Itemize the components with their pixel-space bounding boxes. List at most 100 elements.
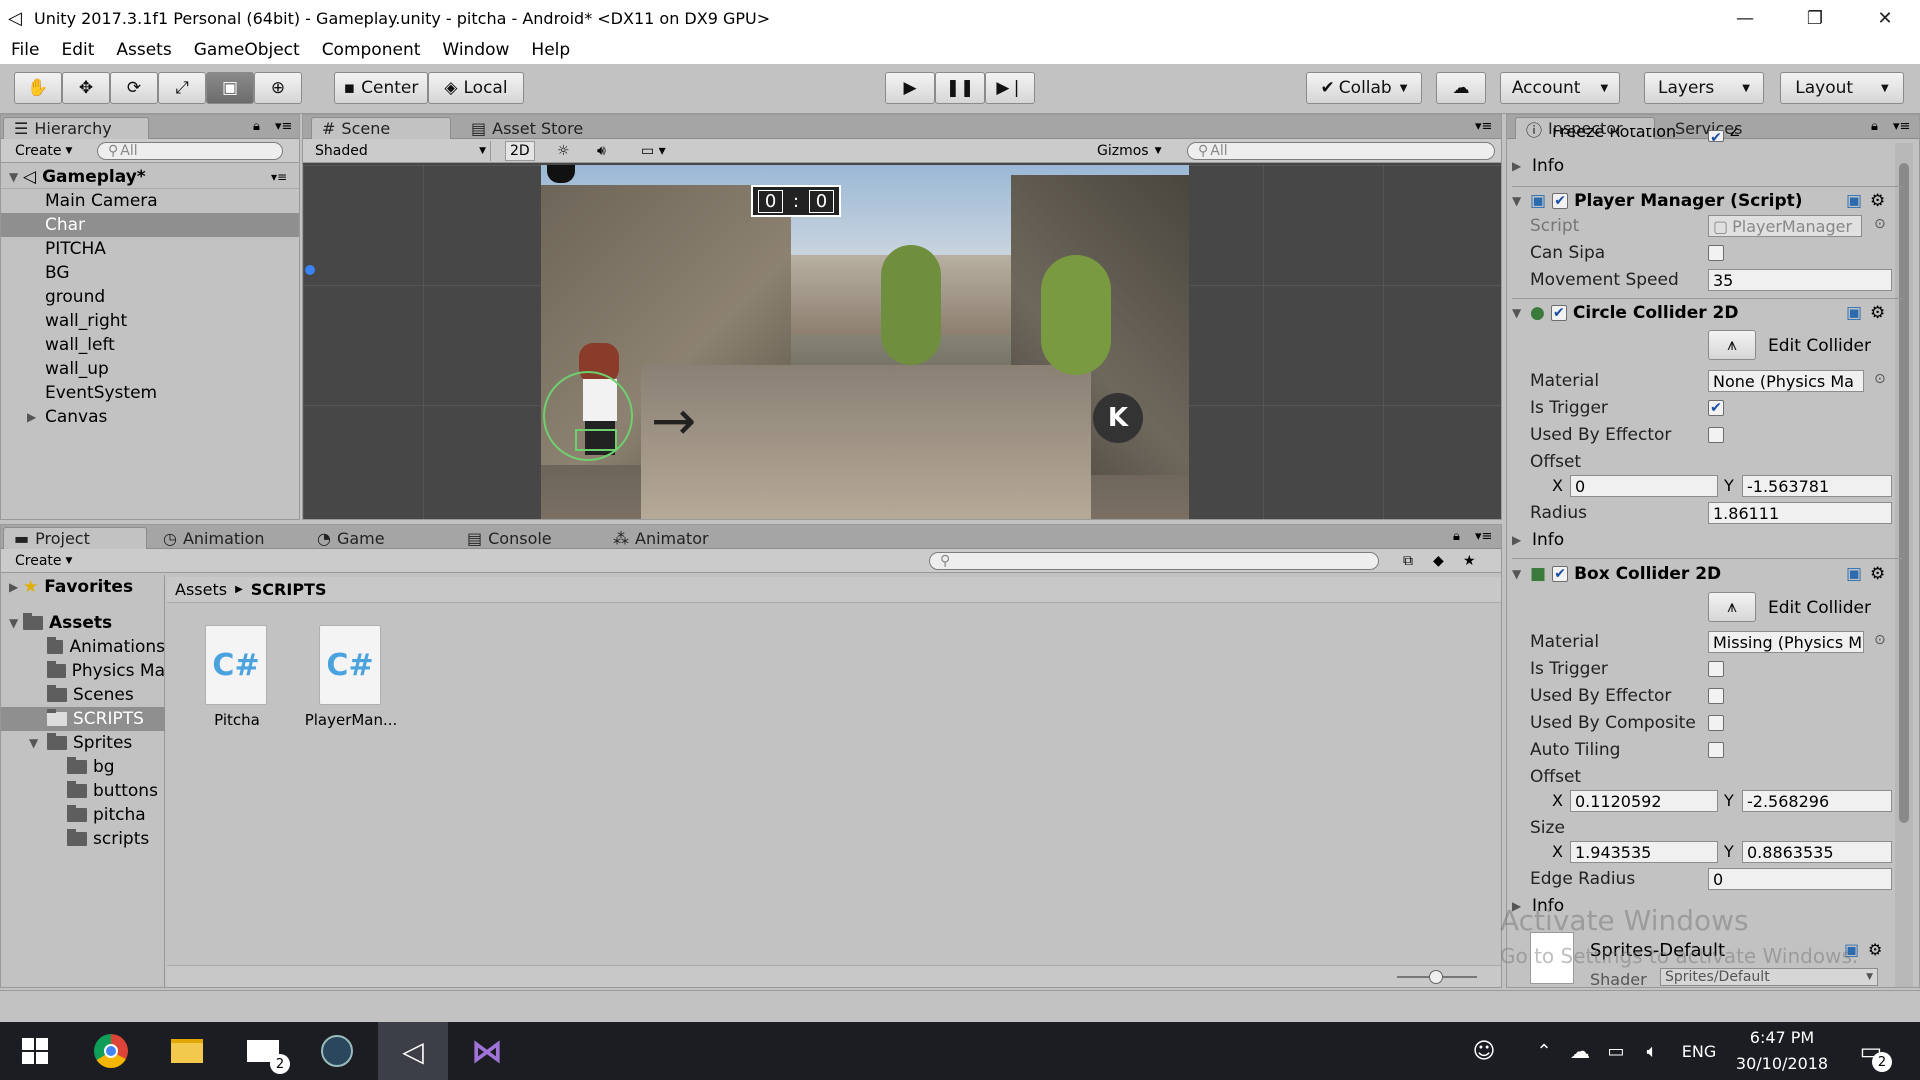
hierarchy-item[interactable]: BG <box>1 261 299 285</box>
collab-button[interactable]: ✔ Collab ▼ <box>1306 72 1422 104</box>
menu-assets[interactable]: Assets <box>105 40 182 60</box>
audio-toggle-icon[interactable]: 🔊︎ <box>593 141 610 161</box>
script-file-playermanager[interactable]: C# PlayerMan... <box>301 625 401 735</box>
hand-tool-icon[interactable]: ✋ <box>14 72 62 104</box>
box-is-trigger-checkbox[interactable] <box>1708 661 1724 677</box>
box-collider-header[interactable]: ▼ ■ ✔ Box Collider 2D ▣ ⚙ <box>1512 560 1902 588</box>
mode-2d-toggle[interactable]: 2D <box>505 141 535 161</box>
circle-offset-x-input[interactable]: 0 <box>1570 475 1718 497</box>
clock-date[interactable]: 30/10/2018 <box>1730 1054 1834 1073</box>
menu-component[interactable]: Component <box>311 40 432 60</box>
create-dropdown[interactable]: Create ▼ <box>11 141 76 161</box>
collapsed-triangle-icon[interactable]: ▶ <box>1512 533 1526 547</box>
tab-hierarchy[interactable]: ☰ Hierarchy <box>3 117 149 139</box>
tab-project[interactable]: ▬ Project <box>3 527 147 549</box>
movement-speed-input[interactable]: 35 <box>1708 269 1892 291</box>
gizmos-dropdown[interactable]: Gizmos ▼ <box>1093 141 1166 161</box>
tab-game[interactable]: ◔ Game <box>307 527 407 549</box>
expand-triangle-icon[interactable]: ▼ <box>1512 194 1526 208</box>
edit-collider-button[interactable]: ⩚ <box>1708 592 1756 622</box>
project-search-input[interactable]: ⚲ <box>929 552 1379 570</box>
panel-menu-icon[interactable]: ▾≡ <box>275 119 292 134</box>
windows-start-icon[interactable] <box>4 1022 66 1080</box>
component-enabled-checkbox[interactable]: ✔ <box>1550 305 1567 321</box>
tab-animation[interactable]: ◷ Animation <box>153 527 293 549</box>
circle-collider-header[interactable]: ▼ ● ✔ Circle Collider 2D ▣ ⚙ <box>1512 299 1902 327</box>
menu-file[interactable]: File <box>0 40 50 60</box>
create-dropdown[interactable]: Create ▼ <box>11 551 76 571</box>
people-icon[interactable]: ☺ <box>1464 1022 1504 1080</box>
collapsed-triangle-icon[interactable]: ▶ <box>1512 159 1526 173</box>
can-sipa-checkbox[interactable] <box>1708 245 1724 261</box>
collapsed-triangle-icon[interactable]: ▶ <box>27 410 41 424</box>
circle-material-field[interactable]: None (Physics Ma <box>1708 370 1864 392</box>
folder-item[interactable]: buttons <box>1 779 165 803</box>
folder-item[interactable]: Scenes <box>1 683 165 707</box>
hierarchy-item[interactable]: wall_right <box>1 309 299 333</box>
folder-item-selected[interactable]: SCRIPTS <box>1 707 165 731</box>
box-used-by-effector-checkbox[interactable] <box>1708 688 1724 704</box>
visual-studio-icon[interactable]: ⋈ <box>456 1022 518 1080</box>
script-field[interactable]: ▢ PlayerManager <box>1708 215 1862 237</box>
script-file-pitcha[interactable]: C# Pitcha <box>197 625 277 735</box>
play-button[interactable]: ▶ <box>885 72 935 104</box>
favorites-item[interactable]: ▶ ★ Favorites <box>1 575 165 599</box>
box-size-y-input[interactable]: 0.8863535 <box>1742 841 1892 863</box>
hierarchy-item[interactable]: Main Camera <box>1 189 299 213</box>
scrollbar-thumb[interactable] <box>1899 163 1909 823</box>
hierarchy-item[interactable]: wall_left <box>1 333 299 357</box>
freeze-rotation-checkbox[interactable]: ✔ <box>1708 130 1724 145</box>
shader-dropdown[interactable]: Sprites/Default ▼ <box>1660 968 1878 986</box>
rotate-tool-icon[interactable]: ⟳ <box>110 72 158 104</box>
panel-menu-icon[interactable]: ▾≡ <box>1475 529 1492 544</box>
edit-collider-button[interactable]: ⩚ <box>1708 330 1756 360</box>
hierarchy-item[interactable]: ▶ Canvas <box>1 405 299 429</box>
circle-used-by-effector-checkbox[interactable] <box>1708 427 1724 443</box>
expand-triangle-icon[interactable]: ▼ <box>29 736 43 750</box>
scene-menu-icon[interactable]: ▾≡ <box>271 170 287 184</box>
hierarchy-search-input[interactable]: ⚲ All <box>97 142 283 160</box>
file-explorer-icon[interactable] <box>156 1022 218 1080</box>
folder-item[interactable]: bg <box>1 755 165 779</box>
hierarchy-item[interactable]: EventSystem <box>1 381 299 405</box>
chrome-icon[interactable] <box>80 1022 142 1080</box>
filter-type-icon[interactable]: ⧉ <box>1399 551 1417 571</box>
pivot-center-button[interactable]: ▪ Center <box>334 72 428 104</box>
scene-root[interactable]: ▼ ◁ Gameplay* ▾≡ <box>1 165 299 189</box>
expand-triangle-icon[interactable]: ▼ <box>1512 567 1526 581</box>
hierarchy-item-selected[interactable]: Char <box>1 213 299 237</box>
notification-center-icon[interactable]: ▭ 2 <box>1846 1022 1896 1080</box>
hierarchy-item[interactable]: PITCHA <box>1 237 299 261</box>
help-book-icon[interactable]: ▣ <box>1846 564 1862 584</box>
scale-tool-icon[interactable]: ⤢ <box>158 72 206 104</box>
unity-taskbar-icon[interactable]: ◁ <box>378 1022 448 1080</box>
minimize-button[interactable]: — <box>1710 0 1780 36</box>
folder-item[interactable]: ▼ Sprites <box>1 731 165 755</box>
menu-window[interactable]: Window <box>431 40 520 60</box>
expand-triangle-icon[interactable]: ▼ <box>9 616 23 630</box>
folder-item[interactable]: Physics Ma <box>1 659 165 683</box>
layout-dropdown[interactable]: Layout ▼ <box>1780 72 1904 104</box>
circle-radius-input[interactable]: 1.86111 <box>1708 502 1892 524</box>
object-picker-icon[interactable]: ⊙ <box>1874 371 1886 387</box>
hierarchy-item[interactable]: wall_up <box>1 357 299 381</box>
shading-mode-dropdown[interactable]: Shaded ▼ <box>311 141 491 161</box>
rect-tool-icon[interactable]: ▣ <box>206 72 254 104</box>
favorite-star-icon[interactable]: ★ <box>1459 551 1480 571</box>
player-manager-header[interactable]: ▼ ▣ ✔ Player Manager (Script) ▣ ⚙ <box>1512 187 1902 215</box>
panel-menu-icon[interactable]: ▾≡ <box>1893 119 1910 134</box>
tab-asset-store[interactable]: ▤ Asset Store <box>461 117 611 139</box>
menu-edit[interactable]: Edit <box>50 40 105 60</box>
component-enabled-checkbox[interactable]: ✔ <box>1552 193 1569 209</box>
info-foldout[interactable]: ▶ Info <box>1512 528 1892 552</box>
expand-triangle-icon[interactable]: ▼ <box>9 170 23 184</box>
settings-gear-icon[interactable]: ⚙ <box>1870 303 1885 323</box>
menu-gameobject[interactable]: GameObject <box>183 40 311 60</box>
pivot-local-button[interactable]: ◈ Local <box>428 72 524 104</box>
pause-button[interactable]: ❚❚ <box>935 72 985 104</box>
lighting-toggle-icon[interactable]: ☼ <box>553 141 574 161</box>
hierarchy-item[interactable]: ground <box>1 285 299 309</box>
onedrive-cloud-icon[interactable]: ☁ <box>1562 1022 1598 1080</box>
tab-scene[interactable]: # Scene <box>311 117 451 139</box>
box-offset-x-input[interactable]: 0.1120592 <box>1570 790 1718 812</box>
